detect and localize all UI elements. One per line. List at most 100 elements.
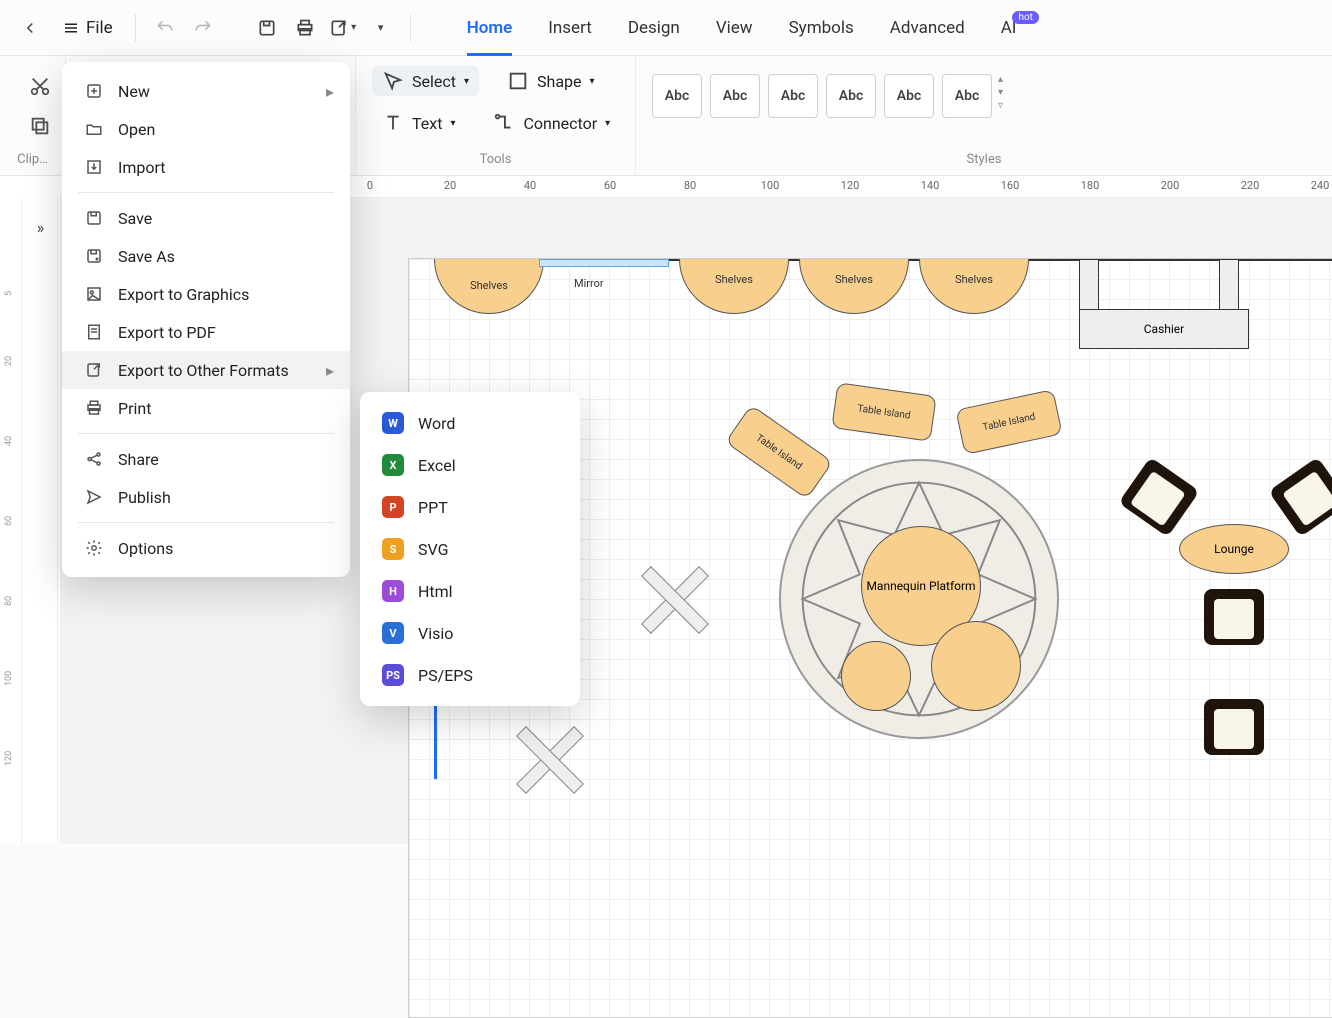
tab-insert[interactable]: Insert: [548, 0, 592, 55]
undo-button[interactable]: [148, 11, 182, 45]
shape-cross[interactable]: [509, 719, 589, 799]
menu-print[interactable]: Print: [62, 389, 350, 427]
chevron-right-icon: ▸: [326, 82, 334, 101]
folder-icon: [84, 119, 104, 139]
file-type-icon: S: [382, 538, 404, 560]
export-format-word[interactable]: W Word: [360, 402, 580, 444]
menu-share[interactable]: Share: [62, 440, 350, 478]
publish-icon: [84, 487, 104, 507]
select-tool-button[interactable]: Select▾: [372, 66, 479, 96]
shape-cross[interactable]: [634, 559, 714, 639]
style-scroll-down[interactable]: ▾: [998, 87, 1003, 98]
style-preset-1[interactable]: Abc: [652, 74, 702, 118]
print-icon-button[interactable]: [288, 11, 322, 45]
more-toolbar-button[interactable]: ▾: [364, 11, 398, 45]
style-expand[interactable]: ▿: [998, 100, 1003, 111]
vertical-ruler: 5 20 40 60 80 100 120: [0, 198, 22, 844]
tab-view[interactable]: View: [716, 0, 753, 55]
export-format-pseps[interactable]: PSPS/EPS: [360, 654, 580, 696]
back-button[interactable]: [12, 10, 48, 46]
connector-tool-button[interactable]: Connector▾: [483, 108, 620, 138]
style-preset-3[interactable]: Abc: [768, 74, 818, 118]
style-preset-6[interactable]: Abc: [942, 74, 992, 118]
menu-export-pdf[interactable]: Export to PDF: [62, 313, 350, 351]
export-format-html[interactable]: H Html: [360, 570, 580, 612]
tab-home[interactable]: Home: [467, 0, 513, 55]
file-menu-button[interactable]: File: [52, 12, 123, 44]
tab-ai[interactable]: AIhot: [1001, 0, 1043, 55]
file-menu-label: File: [86, 18, 113, 38]
shape-circle[interactable]: [841, 641, 911, 711]
menu-options[interactable]: Options: [62, 529, 350, 567]
menu-open[interactable]: Open: [62, 110, 350, 148]
save-as-icon: [84, 246, 104, 266]
menu-import[interactable]: Import: [62, 148, 350, 186]
shape-chair[interactable]: [1204, 699, 1264, 755]
export-format-label: Word: [418, 414, 455, 433]
menu-export-graphics[interactable]: Export to Graphics: [62, 275, 350, 313]
side-panel-toggle[interactable]: »: [24, 198, 58, 844]
file-type-icon: H: [382, 580, 404, 602]
import-icon: [84, 157, 104, 177]
shape-table-island[interactable]: Table Island: [831, 382, 936, 441]
clipboard-group-label: Clip…: [16, 146, 49, 175]
shape-shelves[interactable]: Shelves: [434, 259, 544, 314]
export-icon: [84, 360, 104, 380]
file-type-icon: X: [382, 454, 404, 476]
shape-tool-button[interactable]: Shape▾: [497, 66, 605, 96]
file-dropdown-menu: New▸ Open Import Save Save As Export to …: [62, 62, 350, 577]
export-format-label: Excel: [418, 456, 456, 475]
menu-publish[interactable]: Publish: [62, 478, 350, 516]
file-type-icon: P: [382, 496, 404, 518]
style-preset-5[interactable]: Abc: [884, 74, 934, 118]
export-format-svg[interactable]: S SVG: [360, 528, 580, 570]
save-icon-button[interactable]: [250, 11, 284, 45]
share-icon: [84, 449, 104, 469]
export-icon-button[interactable]: ▾: [326, 11, 360, 45]
text-tool-button[interactable]: Text▾: [372, 108, 465, 138]
shape-chair[interactable]: [1268, 457, 1332, 537]
tab-design[interactable]: Design: [628, 0, 680, 55]
export-format-visio[interactable]: VVisio: [360, 612, 580, 654]
save-icon: [84, 208, 104, 228]
chevron-right-icon: ▸: [326, 361, 334, 380]
shape-chair[interactable]: [1118, 457, 1199, 537]
shape-mirror[interactable]: [539, 259, 669, 267]
tab-symbols[interactable]: Symbols: [789, 0, 854, 55]
style-preset-4[interactable]: Abc: [826, 74, 876, 118]
tools-group-label: Tools: [372, 146, 619, 175]
hot-badge: hot: [1012, 11, 1038, 24]
cut-icon[interactable]: [26, 72, 54, 100]
label-mirror: Mirror: [574, 277, 604, 290]
export-format-ppt[interactable]: PPPT: [360, 486, 580, 528]
shape-chair[interactable]: [1204, 589, 1264, 645]
style-gallery: Abc Abc Abc Abc Abc Abc: [652, 62, 992, 118]
expand-icon: »: [37, 218, 45, 237]
copy-icon[interactable]: [26, 112, 54, 140]
shape-cashier[interactable]: Cashier: [1079, 309, 1249, 349]
shape-mannequin-platform[interactable]: Mannequin Platform: [779, 459, 1059, 739]
menu-export-other[interactable]: Export to Other Formats▸: [62, 351, 350, 389]
file-type-icon: W: [382, 412, 404, 434]
top-toolbar: File ▾ ▾ Home Insert Design View Symbols…: [0, 0, 1332, 56]
menu-save-as[interactable]: Save As: [62, 237, 350, 275]
tab-advanced[interactable]: Advanced: [890, 0, 965, 55]
redo-button[interactable]: [186, 11, 220, 45]
shape-shelves[interactable]: Shelves: [919, 259, 1029, 314]
style-scroll-up[interactable]: ▴: [998, 74, 1003, 85]
style-preset-2[interactable]: Abc: [710, 74, 760, 118]
menu-save[interactable]: Save: [62, 199, 350, 237]
export-format-label: Html: [418, 582, 453, 601]
shape-shelves[interactable]: Shelves: [799, 259, 909, 314]
shape-shelves[interactable]: Shelves: [679, 259, 789, 314]
menu-new[interactable]: New▸: [62, 72, 350, 110]
shape-table-island[interactable]: Table Island: [955, 389, 1062, 455]
export-format-excel[interactable]: X Excel: [360, 444, 580, 486]
ribbon-tabs: Home Insert Design View Symbols Advanced…: [467, 0, 1043, 55]
shape-circle[interactable]: [931, 621, 1021, 711]
styles-group-label: Styles: [652, 146, 1316, 175]
export-format-label: SVG: [418, 540, 448, 559]
export-format-label: Visio: [418, 624, 453, 643]
plus-square-icon: [84, 81, 104, 101]
shape-lounge[interactable]: Lounge: [1179, 524, 1289, 574]
